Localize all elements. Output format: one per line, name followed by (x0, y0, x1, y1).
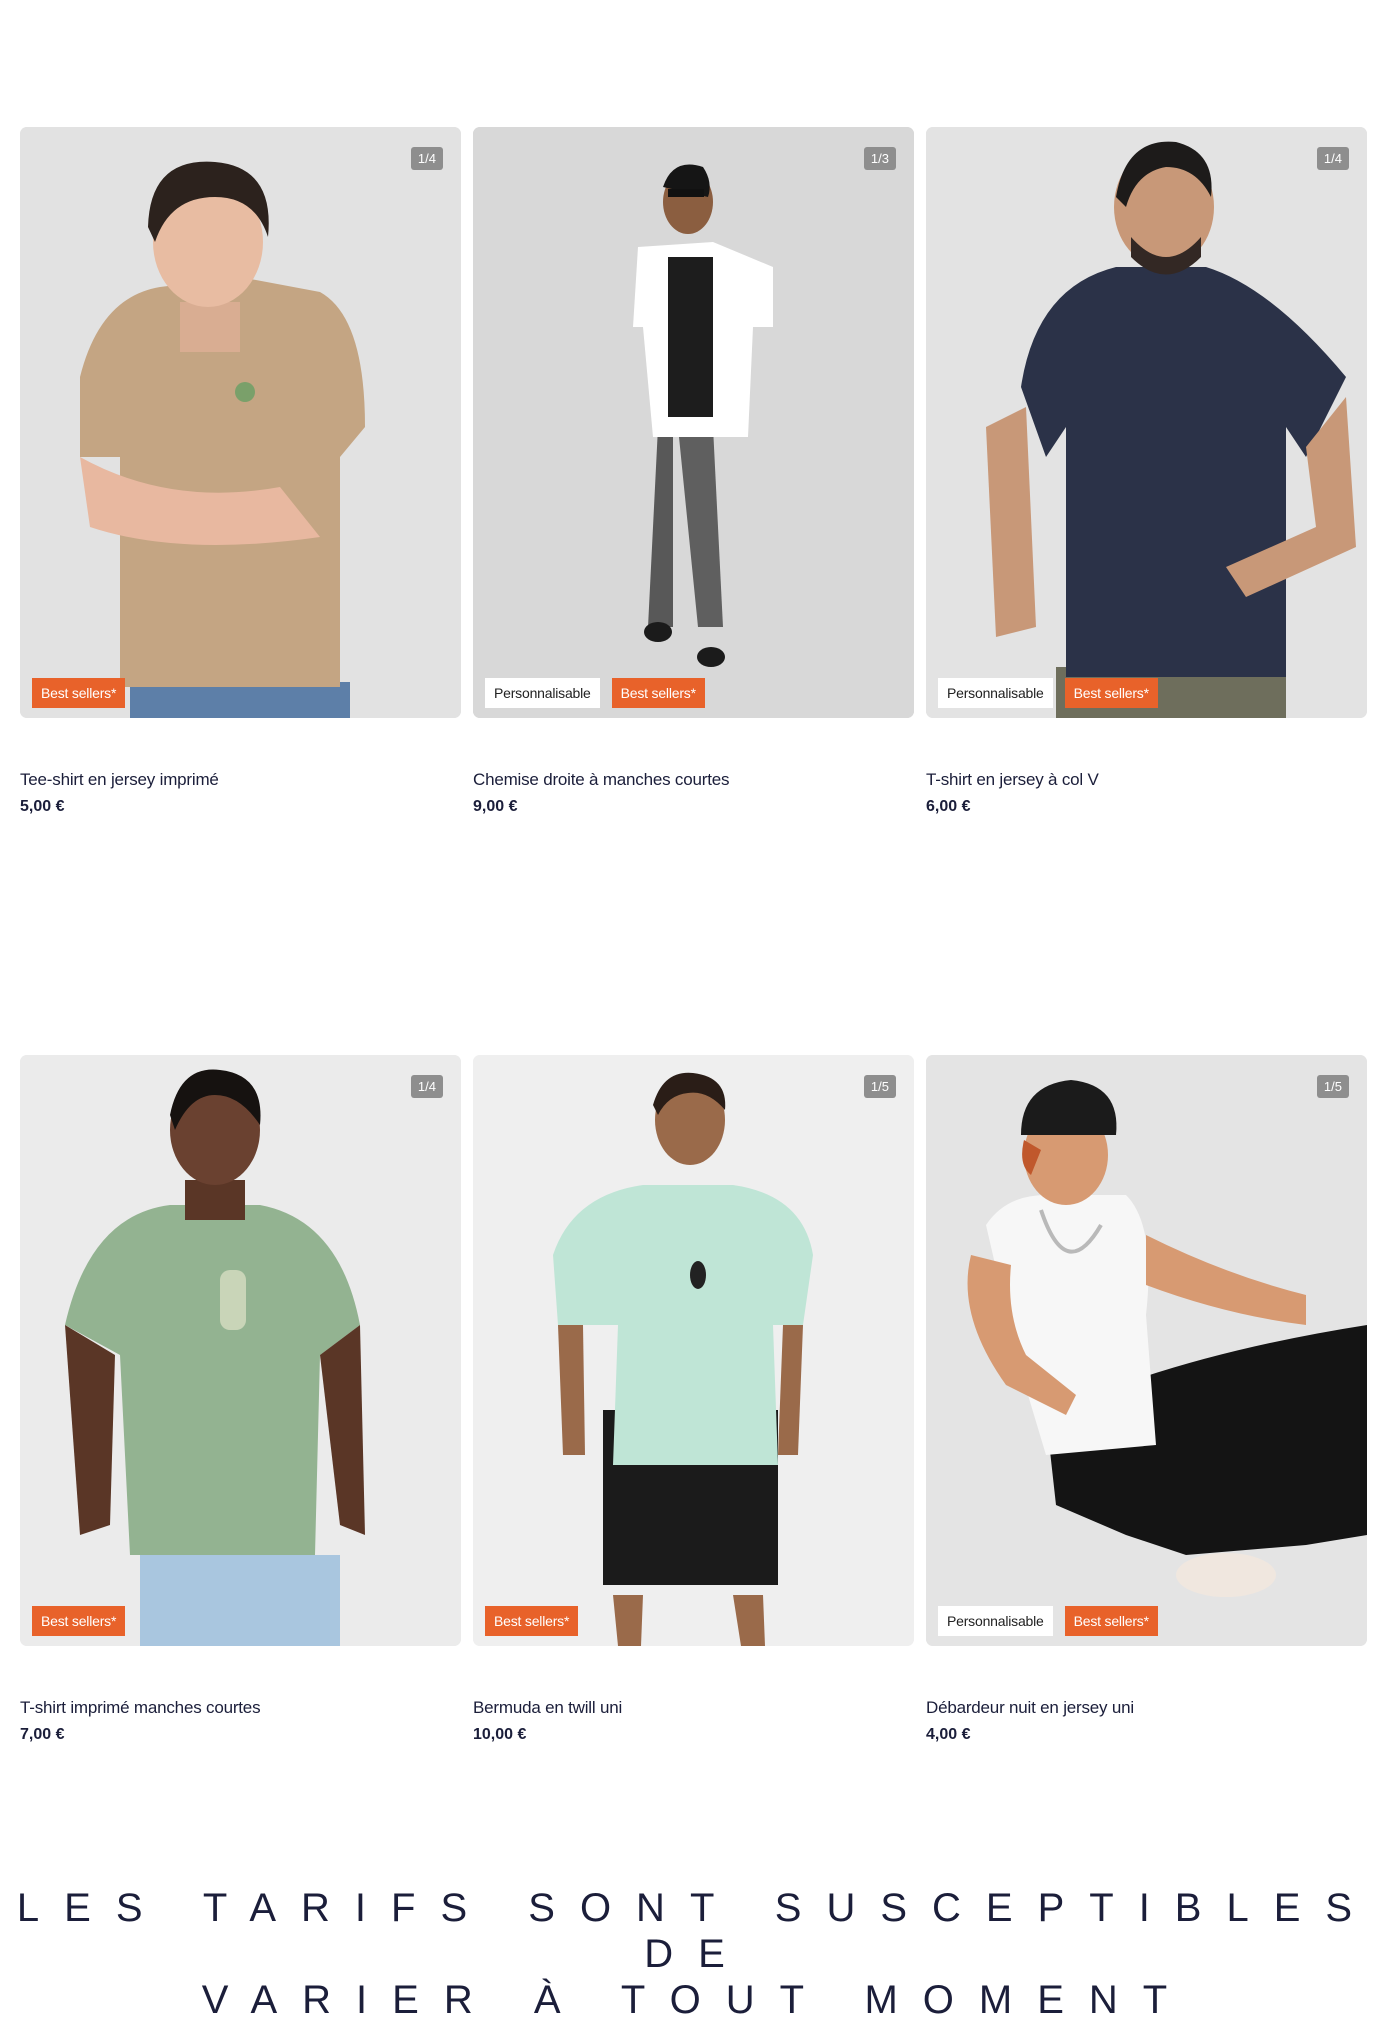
product-image[interactable]: 1/5 Best sellers* (473, 1055, 914, 1646)
image-counter: 1/4 (1316, 147, 1349, 170)
personnalisable-badge: Personnalisable (938, 1606, 1053, 1636)
model-photo-twill-bermuda (473, 1055, 914, 1646)
product-price: 5,00 € (20, 798, 65, 815)
product-price: 10,00 € (473, 1726, 527, 1743)
product-name[interactable]: Chemise droite à manches courtes (473, 770, 914, 790)
model-photo-tan-tshirt (20, 127, 461, 718)
badge-group: Best sellers* (32, 678, 126, 708)
badge-group: Best sellers* (485, 1606, 579, 1636)
product-price: 4,00 € (926, 1726, 971, 1743)
best-sellers-badge: Best sellers* (32, 1606, 126, 1636)
product-card[interactable]: 1/4 Best sellers* T-shirt imprimé manche… (20, 1055, 461, 1744)
disclaimer-line-1: LES TARIFS SONT SUSCEPTIBLES DE (16, 1886, 1378, 1976)
best-sellers-badge: Best sellers* (611, 678, 705, 708)
product-card[interactable]: 1/5 Personnalisable Best sellers* Débard… (926, 1055, 1367, 1744)
product-card[interactable]: 1/5 Best sellers* Bermuda en twill uni 1… (473, 1055, 914, 1744)
best-sellers-badge: Best sellers* (1064, 678, 1158, 708)
badge-group: Personnalisable Best sellers* (938, 1606, 1158, 1636)
product-grid-row-1: 1/4 Best sellers* Tee-shirt en jersey im… (20, 127, 1374, 816)
product-grid-row-2: 1/4 Best sellers* T-shirt imprimé manche… (20, 1055, 1374, 1744)
model-photo-tank-top (926, 1055, 1367, 1646)
best-sellers-badge: Best sellers* (485, 1606, 579, 1636)
image-counter: 1/5 (1316, 1075, 1349, 1098)
model-photo-green-tshirt (20, 1055, 461, 1646)
product-name[interactable]: Tee-shirt en jersey imprimé (20, 770, 461, 790)
product-card[interactable]: 1/4 Best sellers* Tee-shirt en jersey im… (20, 127, 461, 816)
product-image[interactable]: 1/4 Best sellers* (20, 127, 461, 718)
product-name[interactable]: Débardeur nuit en jersey uni (926, 1698, 1367, 1718)
model-photo-navy-tshirt (926, 127, 1367, 718)
product-price: 6,00 € (926, 798, 971, 815)
personnalisable-badge: Personnalisable (485, 678, 600, 708)
best-sellers-badge: Best sellers* (32, 678, 126, 708)
personnalisable-badge: Personnalisable (938, 678, 1053, 708)
product-image[interactable]: 1/5 Personnalisable Best sellers* (926, 1055, 1367, 1646)
product-card[interactable]: 1/4 Personnalisable Best sellers* T-shir… (926, 127, 1367, 816)
product-price: 9,00 € (473, 798, 518, 815)
model-photo-white-shirt (473, 127, 914, 718)
image-counter: 1/5 (863, 1075, 896, 1098)
disclaimer-line-2: VARIER À TOUT MOMENT (201, 1978, 1193, 2022)
product-image[interactable]: 1/3 Personnalisable Best sellers* (473, 127, 914, 718)
product-name[interactable]: T-shirt en jersey à col V (926, 770, 1367, 790)
product-name[interactable]: Bermuda en twill uni (473, 1698, 914, 1718)
product-price: 7,00 € (20, 1726, 65, 1743)
product-image[interactable]: 1/4 Personnalisable Best sellers* (926, 127, 1367, 718)
image-counter: 1/4 (410, 1075, 443, 1098)
product-image[interactable]: 1/4 Best sellers* (20, 1055, 461, 1646)
best-sellers-badge: Best sellers* (1064, 1606, 1158, 1636)
image-counter: 1/4 (410, 147, 443, 170)
badge-group: Personnalisable Best sellers* (938, 678, 1158, 708)
product-card[interactable]: 1/3 Personnalisable Best sellers* Chemis… (473, 127, 914, 816)
badge-group: Best sellers* (32, 1606, 126, 1636)
image-counter: 1/3 (863, 147, 896, 170)
price-disclaimer: LES TARIFS SONT SUSCEPTIBLES DE VARIER À… (0, 1885, 1394, 2023)
product-name[interactable]: T-shirt imprimé manches courtes (20, 1698, 461, 1718)
badge-group: Personnalisable Best sellers* (485, 678, 705, 708)
